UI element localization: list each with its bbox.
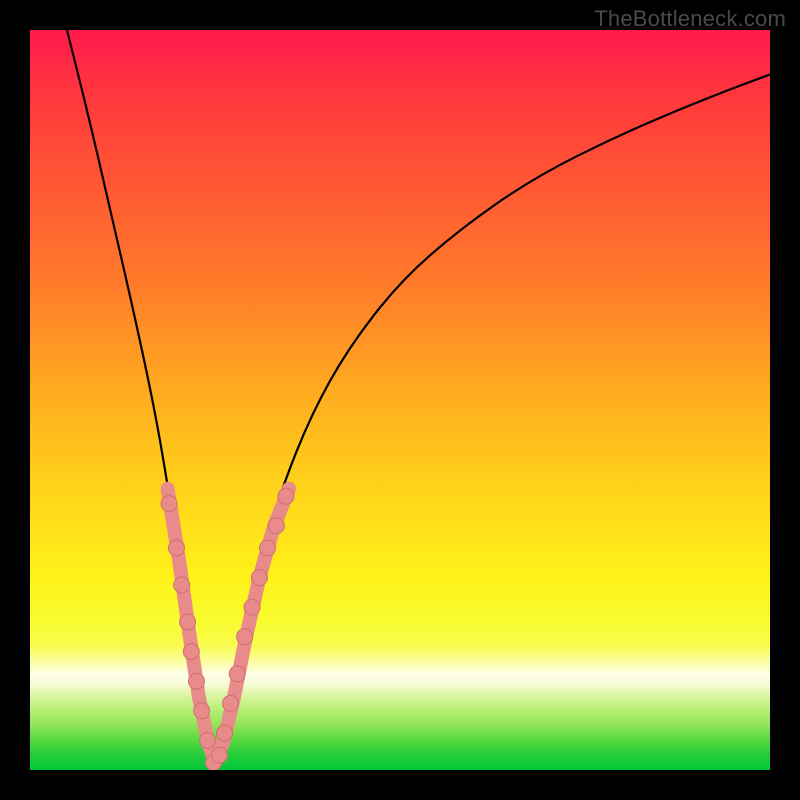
- data-point-marker: [229, 666, 245, 682]
- data-point-marker: [194, 703, 210, 719]
- data-point-marker: [169, 540, 185, 556]
- data-point-marker: [180, 614, 196, 630]
- data-point-marker: [183, 644, 199, 660]
- data-point-marker: [251, 570, 267, 586]
- data-point-marker: [189, 673, 205, 689]
- data-point-marker: [278, 488, 294, 504]
- bottleneck-curve: [67, 30, 770, 754]
- watermark-text: TheBottleneck.com: [594, 6, 786, 32]
- data-point-marker: [223, 695, 239, 711]
- data-point-marker: [211, 747, 227, 763]
- plot-area: [30, 30, 770, 770]
- data-point-marker: [217, 725, 233, 741]
- chart-frame: TheBottleneck.com: [0, 0, 800, 800]
- data-point-marker: [244, 599, 260, 615]
- data-point-marker: [174, 577, 190, 593]
- data-point-marker: [200, 732, 216, 748]
- data-point-marker: [268, 518, 284, 534]
- chart-svg: [30, 30, 770, 770]
- data-point-marker: [260, 540, 276, 556]
- data-point-marker: [161, 496, 177, 512]
- data-point-marker: [237, 629, 253, 645]
